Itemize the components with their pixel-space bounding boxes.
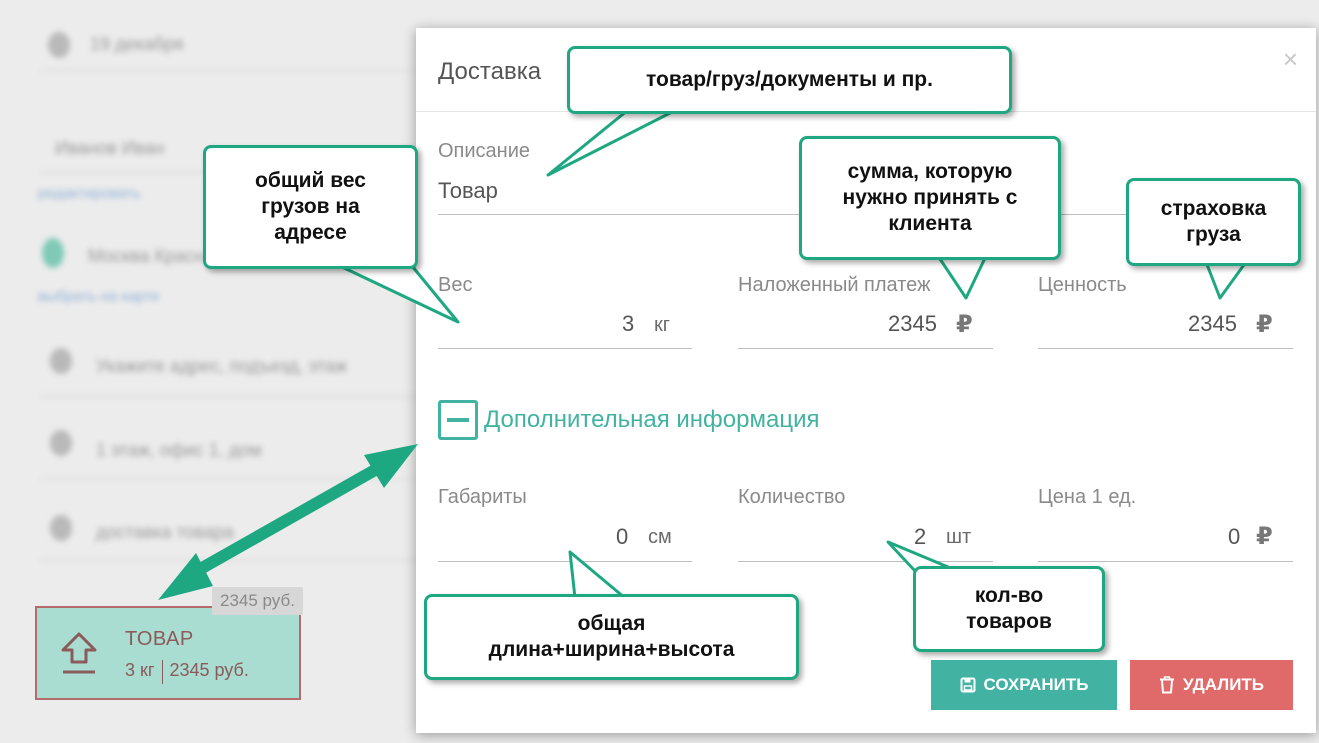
save-button[interactable]: СОХРАНИТЬ [931,660,1117,710]
location-pin-icon [42,238,64,268]
comment-icon [50,515,72,541]
quantity-input[interactable]: 2 [914,524,926,550]
modal-title: Доставка [438,58,542,85]
quantity-underline [738,561,993,562]
callout-weight: общий вес грузов на адресе [203,145,418,269]
trash-icon [1159,676,1174,694]
weight-input[interactable]: 3 [622,311,634,337]
floppy-disk-icon [960,677,975,693]
ruble-icon: ₽ [1256,523,1273,550]
dimensions-unit: см [648,526,672,548]
callout-quantity: кол-во товаров [913,566,1105,652]
close-icon[interactable]: × [1283,44,1298,75]
cargo-meta: 3 кг 2345 руб. [125,660,249,684]
building-icon [50,430,72,456]
cargo-weight: 3 кг [125,660,155,680]
price-tooltip: 2345 руб. [212,587,303,615]
bg-contact: Иванов Иван [55,138,165,158]
cargo-title: ТОВАР [125,628,194,650]
cod-underline [738,348,993,349]
delete-button[interactable]: УДАЛИТЬ [1130,660,1293,710]
info-icon [50,348,72,374]
ruble-icon: ₽ [956,311,973,338]
save-button-label: СОХРАНИТЬ [983,675,1089,694]
collapse-minus-icon[interactable] [438,400,478,440]
divider [40,70,420,71]
worth-underline [1038,348,1293,349]
cod-label: Наложенный платеж [738,274,931,296]
unit-price-label: Цена 1 ед. [1038,486,1137,508]
cod-input[interactable]: 2345 [888,311,937,337]
dimensions-input[interactable]: 0 [616,524,628,550]
weight-underline [438,348,692,349]
quantity-unit: шт [946,526,972,548]
delete-button-label: УДАЛИТЬ [1182,675,1265,694]
bg-comment: доставка товара [96,522,234,542]
worth-label: Ценность [1038,274,1127,296]
callout-dimensions: общая длина+ширина+высота [424,594,799,680]
divider [40,396,420,397]
callout-description: товар/груз/документы и пр. [567,46,1012,114]
worth-input[interactable]: 2345 [1188,311,1237,337]
divider [40,560,420,561]
more-info-toggle[interactable]: Дополнительная информация [484,406,820,434]
description-input[interactable]: Товар [438,178,498,204]
weight-unit: кг [654,314,671,336]
callout-cod: сумма, которую нужно принять с клиента [799,136,1061,260]
bg-date: 19 декабря [90,34,184,54]
dimensions-underline [438,561,692,562]
quantity-label: Количество [738,486,846,508]
divider [40,478,420,479]
dimensions-label: Габариты [438,486,527,508]
cargo-separator [162,660,164,684]
bg-address-hint: Укажите адрес, подъезд, этаж [96,356,348,376]
callout-worth: страховка груза [1126,178,1301,266]
bg-map-link: выбрать на карте [38,288,160,305]
upload-arrow-icon [61,632,97,674]
description-label: Описание [438,140,531,162]
bg-edit-link: редактировать [38,185,141,202]
bg-floor: 1 этаж, офис 1, дом [96,440,262,460]
cargo-card[interactable]: ТОВАР 3 кг 2345 руб. [35,606,301,700]
weight-label: Вес [438,274,473,296]
cargo-price: 2345 руб. [169,660,249,680]
unit-price-input[interactable]: 0 [1228,524,1240,550]
unit-price-underline [1038,561,1293,562]
calendar-icon [48,32,70,58]
ruble-icon: ₽ [1256,311,1273,338]
